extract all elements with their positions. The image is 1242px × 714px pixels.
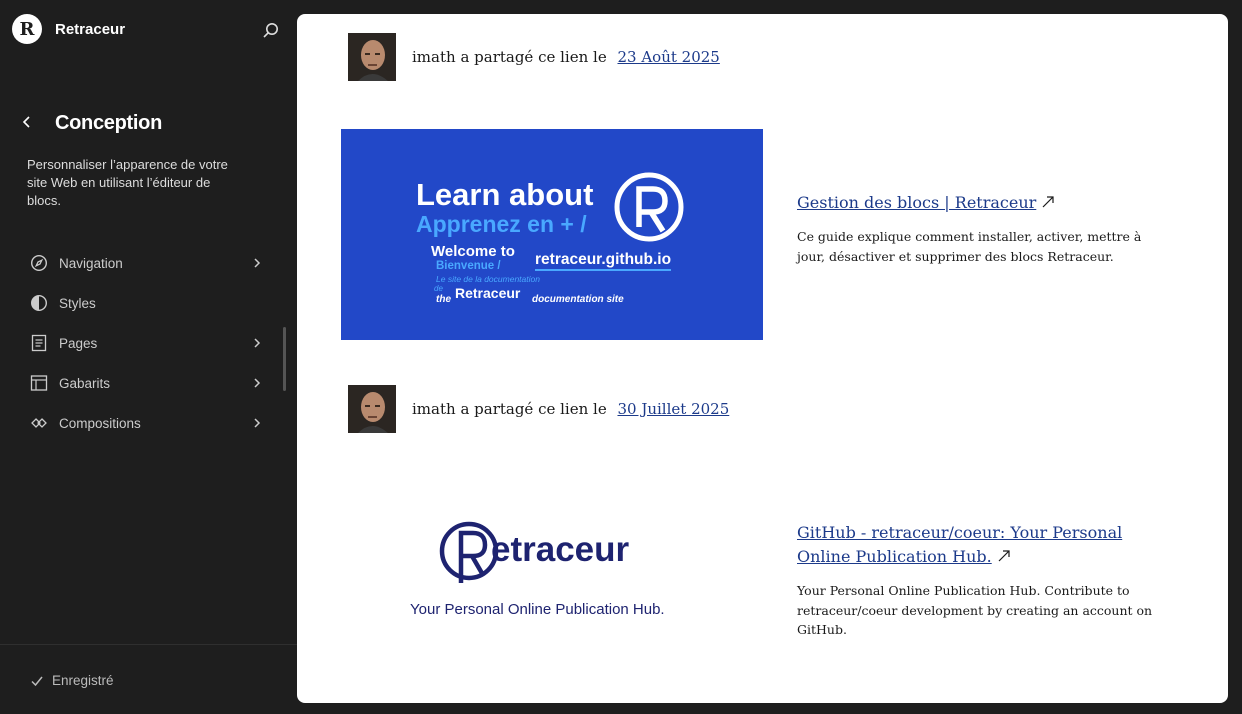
design-navigation: Navigation Styles Pages Gabarits Composi… <box>0 243 297 443</box>
external-link-icon <box>1042 196 1054 208</box>
image-text: de <box>434 284 443 293</box>
nav-item-pages[interactable]: Pages <box>0 323 297 363</box>
link-card: GitHub - retraceur/coeur: Your Personal … <box>797 521 1157 640</box>
post-date-link[interactable]: 30 Juillet 2025 <box>617 400 729 418</box>
chevron-right-icon <box>254 258 261 268</box>
compass-icon <box>30 254 48 272</box>
post-date-link[interactable]: 23 Août 2025 <box>617 48 719 66</box>
share-phrase: a partagé ce lien le <box>460 48 607 66</box>
share-text: imath a partagé ce lien le 30 Juillet 20… <box>412 400 729 418</box>
share-text: imath a partagé ce lien le 23 Août 2025 <box>412 48 720 66</box>
half-circle-icon <box>30 294 48 312</box>
image-tagline: Your Personal Online Publication Hub. <box>410 601 665 618</box>
site-logo: R <box>12 14 42 44</box>
image-text: documentation site <box>532 294 624 305</box>
search-button[interactable] <box>260 20 282 42</box>
link-preview-image[interactable]: Learn about Apprenez en + / Welcome to B… <box>341 129 763 340</box>
nav-item-label: Styles <box>59 295 96 311</box>
site-preview-canvas[interactable]: imath a partagé ce lien le 23 Août 2025 … <box>297 14 1228 703</box>
back-button[interactable] <box>16 112 38 136</box>
nav-item-navigation[interactable]: Navigation <box>0 243 297 283</box>
chevron-left-icon <box>22 116 30 128</box>
avatar <box>348 33 396 81</box>
chevron-right-icon <box>254 418 261 428</box>
nav-item-label: Compositions <box>59 415 141 431</box>
chevron-right-icon <box>254 338 261 348</box>
link-description: Ce guide explique comment installer, act… <box>797 229 1142 264</box>
chevron-right-icon <box>254 378 261 388</box>
image-text: the <box>436 294 451 305</box>
image-text: Le site de la documentation <box>436 274 540 284</box>
image-text: Welcome to <box>431 243 515 260</box>
link-title[interactable]: Gestion des blocs | Retraceur <box>797 193 1036 212</box>
nav-item-label: Navigation <box>59 255 123 271</box>
nav-item-label: Gabarits <box>59 375 111 391</box>
retraceur-logo-icon <box>439 521 499 583</box>
image-url-text: retraceur.github.io <box>535 251 672 271</box>
section-description: Personnaliser l’apparence de votre site … <box>27 157 228 208</box>
check-icon <box>31 676 43 686</box>
save-status-label: Enregistré <box>52 673 114 688</box>
link-card: Gestion des blocs | Retraceur Ce guide e… <box>797 191 1157 266</box>
search-icon <box>263 23 278 38</box>
link-description: Your Personal Online Publication Hub. Co… <box>797 583 1153 637</box>
sidebar: R Retraceur Conception Personnaliser l’a… <box>0 0 297 713</box>
image-wordmark: etraceur <box>491 530 630 569</box>
site-brand[interactable]: R Retraceur <box>12 14 125 44</box>
image-text: Learn about <box>416 177 594 212</box>
image-text: Retraceur <box>455 285 521 301</box>
page-icon <box>31 334 47 352</box>
link-preview-image[interactable]: etraceur Your Personal Online Publicatio… <box>341 482 763 693</box>
share-meta: imath a partagé ce lien le 23 Août 2025 <box>348 33 720 81</box>
retraceur-logo-icon <box>614 172 684 242</box>
diamond-icon <box>31 418 47 428</box>
author-name: imath <box>412 400 456 418</box>
nav-item-styles[interactable]: Styles <box>0 283 297 323</box>
site-name: Retraceur <box>55 20 126 38</box>
avatar <box>348 385 396 433</box>
link-title[interactable]: GitHub - retraceur/coeur: Your Personal … <box>797 523 1122 566</box>
nav-item-label: Pages <box>59 335 98 351</box>
share-phrase: a partagé ce lien le <box>460 400 607 418</box>
image-text: Apprenez en + / <box>416 211 587 237</box>
sidebar-footer: Enregistré <box>0 644 297 714</box>
nav-item-templates[interactable]: Gabarits <box>0 363 297 403</box>
sidebar-scrollbar[interactable] <box>283 327 286 391</box>
external-link-icon <box>998 550 1010 562</box>
nav-item-compositions[interactable]: Compositions <box>0 403 297 443</box>
image-text: Bienvenue / <box>436 260 501 272</box>
layout-icon <box>30 375 48 391</box>
save-status: Enregistré <box>30 673 114 688</box>
section-title: Conception <box>55 112 162 134</box>
author-name: imath <box>412 48 456 66</box>
share-meta: imath a partagé ce lien le 30 Juillet 20… <box>348 385 729 433</box>
